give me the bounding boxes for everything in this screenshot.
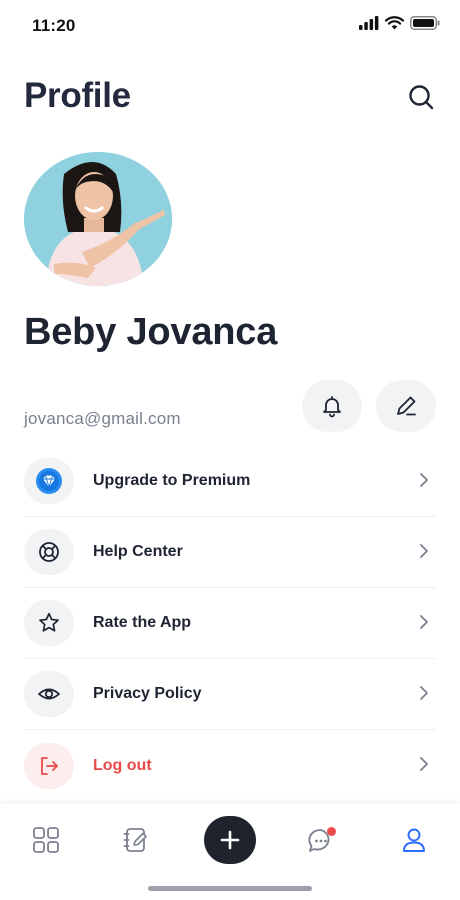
nav-dashboard[interactable] — [28, 822, 64, 858]
edit-profile-button[interactable] — [376, 380, 436, 432]
nav-profile[interactable] — [396, 822, 432, 858]
menu-item-help-center[interactable]: Help Center — [24, 517, 436, 588]
dashboard-icon — [33, 827, 59, 853]
bell-icon — [323, 396, 341, 418]
user-name: Beby Jovanca — [24, 311, 278, 353]
signal-icon — [359, 16, 379, 35]
status-time: 11:20 — [32, 16, 76, 35]
nav-notes[interactable] — [118, 822, 154, 858]
status-icons — [359, 16, 440, 35]
chevron-right-icon — [420, 615, 428, 629]
wifi-icon — [384, 16, 405, 35]
menu-item-label: Privacy Policy — [93, 685, 202, 702]
add-icon — [220, 830, 240, 850]
eye-icon — [24, 671, 74, 717]
menu-item-upgrade-premium[interactable]: Upgrade to Premium — [24, 446, 436, 517]
menu-item-label: Upgrade to Premium — [93, 472, 251, 489]
nav-add-button[interactable] — [204, 816, 256, 864]
premium-diamond-icon — [24, 458, 74, 504]
menu-item-privacy-policy[interactable]: Privacy Policy — [24, 659, 436, 730]
profile-icon — [403, 828, 425, 852]
menu-item-rate-app[interactable]: Rate the App — [24, 588, 436, 659]
menu-item-label: Log out — [93, 756, 152, 774]
header: Profile — [0, 70, 460, 126]
battery-icon — [410, 16, 440, 35]
page-title: Profile — [24, 76, 131, 115]
status-bar: 11:20 — [0, 0, 460, 52]
chevron-right-icon — [420, 757, 428, 771]
user-email: jovanca@gmail.com — [24, 409, 181, 428]
chevron-right-icon — [420, 544, 428, 558]
logout-icon — [24, 742, 74, 789]
pencil-icon — [397, 396, 416, 416]
nav-chat[interactable] — [304, 822, 340, 858]
chevron-right-icon — [420, 686, 428, 700]
notes-icon — [123, 828, 147, 852]
avatar[interactable] — [24, 152, 172, 286]
menu-item-log-out[interactable]: Log out — [24, 730, 436, 801]
menu-item-label: Help Center — [93, 543, 183, 560]
chat-icon — [308, 827, 336, 852]
star-icon — [24, 600, 74, 646]
notifications-button[interactable] — [302, 380, 362, 432]
settings-menu: Upgrade to Premium Help Center Rate the … — [24, 446, 436, 801]
search-icon — [409, 85, 434, 110]
search-button[interactable] — [406, 82, 436, 112]
lifebuoy-icon — [24, 529, 74, 575]
menu-item-label: Rate the App — [93, 614, 192, 631]
chevron-right-icon — [420, 473, 428, 487]
bottom-nav — [0, 804, 460, 900]
home-indicator — [148, 886, 312, 891]
